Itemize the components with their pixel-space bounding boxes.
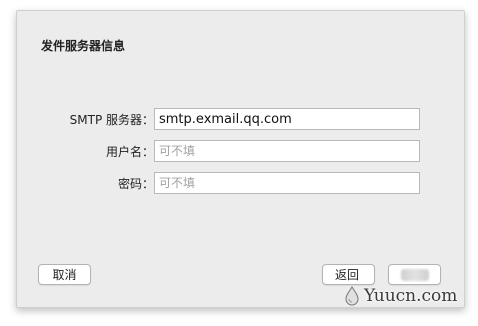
site-watermark: Yuucn.com [344, 276, 474, 316]
password-row: 密码： [17, 172, 464, 194]
cancel-button[interactable]: 取消 [38, 264, 91, 285]
smtp-server-row: SMTP 服务器： [17, 108, 464, 130]
password-input[interactable] [154, 172, 420, 194]
dialog-title: 发件服务器信息 [41, 39, 126, 53]
smtp-server-label: SMTP 服务器： [69, 113, 154, 127]
droplet-logo-icon [345, 286, 359, 306]
password-label: 密码： [117, 177, 154, 191]
username-input[interactable] [154, 140, 420, 162]
username-row: 用户名： [17, 140, 464, 162]
username-label: 用户名： [105, 145, 154, 159]
watermark-text: Yuucn.com [364, 286, 458, 306]
smtp-server-input[interactable] [154, 108, 420, 130]
screen: 发件服务器信息 SMTP 服务器： 用户名： 密码： 取消 返回 Yuucn.c… [0, 0, 478, 326]
outgoing-server-dialog: 发件服务器信息 SMTP 服务器： 用户名： 密码： 取消 返回 [16, 10, 465, 308]
